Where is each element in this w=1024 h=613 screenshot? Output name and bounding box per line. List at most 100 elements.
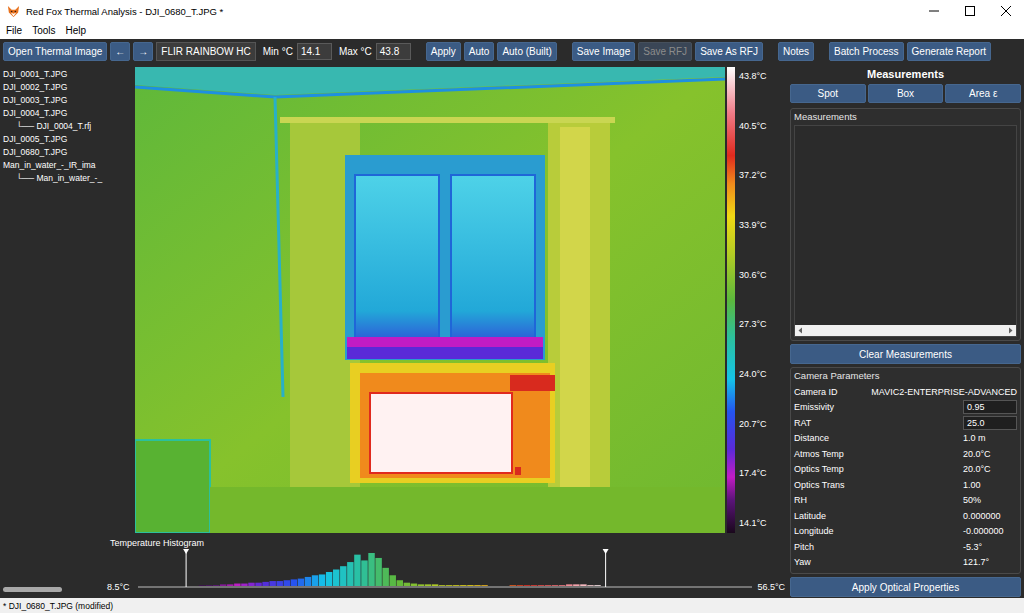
- parameter-row: RAT25.0: [794, 415, 1017, 431]
- histogram-title: Temperature Histogram: [110, 538, 204, 548]
- measurements-group: Measurements: [790, 108, 1021, 341]
- range-marker[interactable]: [183, 549, 189, 587]
- toolbar-button[interactable]: →: [133, 42, 153, 61]
- toolbar-group: Save ImageSave RFJSave As RFJ: [572, 42, 763, 61]
- toolbar-button[interactable]: Open Thermal Image: [3, 42, 107, 61]
- parameter-value: 0.000000: [963, 511, 1017, 521]
- field-label: Max °C: [339, 46, 372, 57]
- colorbar-tick: 37.2°C: [739, 170, 767, 181]
- apply-optical-button[interactable]: Apply Optical Properties: [790, 577, 1021, 597]
- colorbar-tick: 27.3°C: [739, 319, 767, 330]
- parameter-row: Emissivity0.95: [794, 400, 1017, 416]
- thermal-image[interactable]: [135, 67, 725, 533]
- histogram-bar: [495, 586, 501, 587]
- histogram-bar: [573, 584, 579, 586]
- parameter-row: Pitch-5.3°: [794, 539, 1017, 555]
- parameter-row: Optics Temp20.0°C: [794, 462, 1017, 478]
- parameter-label: Camera ID: [794, 387, 838, 397]
- minimize-button[interactable]: [916, 0, 952, 22]
- toolbar-button[interactable]: Batch Process: [829, 42, 903, 61]
- toolbar-button[interactable]: Auto: [464, 42, 495, 61]
- toolbar-button[interactable]: Save Image: [572, 42, 635, 61]
- parameter-value: 20.0°C: [963, 464, 1017, 474]
- file-item[interactable]: └── DJI_0004_T.rfj: [0, 120, 104, 133]
- toolbar-button: Save RFJ: [638, 42, 692, 61]
- menu-item[interactable]: Help: [60, 25, 91, 36]
- histogram-bar: [439, 585, 445, 587]
- colorbar: [727, 67, 735, 533]
- histogram-bar: [404, 583, 410, 586]
- main-area: DJI_0001_T.JPGDJI_0002_T.JPGDJI_0003_T.J…: [0, 64, 1024, 598]
- measurements-list[interactable]: [794, 125, 1017, 337]
- menu-item[interactable]: Tools: [27, 25, 60, 36]
- parameter-label: Pitch: [794, 542, 814, 552]
- histogram-bar: [213, 585, 219, 587]
- histogram-bar: [467, 585, 473, 587]
- toolbar-button[interactable]: Apply: [426, 42, 461, 61]
- file-item[interactable]: └── Man_in_water_-_: [0, 172, 104, 185]
- file-item[interactable]: DJI_0680_T.JPG: [0, 146, 104, 159]
- minimize-icon: [929, 6, 939, 16]
- temperature-histogram[interactable]: Temperature Histogram8.5°C56.5°C: [104, 537, 788, 595]
- histogram-bar: [326, 572, 332, 586]
- toolbar-button[interactable]: Save As RFJ: [695, 42, 763, 61]
- parameter-label: Yaw: [794, 557, 811, 567]
- field-input[interactable]: 43.8: [376, 43, 411, 60]
- tree-scrollbar[interactable]: [3, 585, 101, 593]
- measure-tool-button[interactable]: Box: [868, 84, 944, 103]
- maximize-button[interactable]: [952, 0, 988, 22]
- file-item[interactable]: DJI_0003_T.JPG: [0, 94, 104, 107]
- toolbar-group: Notes: [778, 42, 814, 61]
- file-item[interactable]: DJI_0004_T.JPG: [0, 107, 104, 120]
- histogram-bar: [284, 580, 290, 586]
- histogram-pane: Temperature Histogram8.5°C56.5°C: [104, 537, 788, 595]
- file-item[interactable]: DJI_0001_T.JPG: [0, 68, 104, 81]
- histogram-bar: [368, 553, 374, 586]
- range-marker[interactable]: [603, 549, 609, 587]
- histogram-bar: [248, 583, 254, 586]
- colorbar-tick: 24.0°C: [739, 369, 767, 380]
- colorbar-tick: 14.1°C: [739, 518, 767, 529]
- histogram-bar: [481, 585, 487, 587]
- histogram-bar: [319, 574, 325, 586]
- parameter-input[interactable]: 25.0: [963, 416, 1017, 430]
- toolbar-button[interactable]: Generate Report: [907, 42, 992, 61]
- histogram-bar: [552, 585, 558, 587]
- clear-measurements-button[interactable]: Clear Measurements: [790, 344, 1021, 364]
- menu-item[interactable]: File: [1, 25, 27, 36]
- toolbar-button[interactable]: ←: [110, 42, 130, 61]
- window-title: Red Fox Thermal Analysis - DJI_0680_T.JP…: [26, 6, 223, 17]
- histogram-bar: [340, 566, 346, 586]
- close-icon: [1001, 6, 1011, 16]
- histogram-bar: [277, 581, 283, 586]
- parameter-input[interactable]: 0.95: [963, 400, 1017, 414]
- list-scrollbar[interactable]: [795, 325, 1016, 336]
- histogram-bar: [411, 584, 417, 586]
- measure-tool-button[interactable]: Area ε: [945, 84, 1021, 103]
- histogram-bar: [566, 584, 572, 586]
- scroll-left-icon[interactable]: [797, 327, 804, 334]
- histogram-bar: [580, 584, 586, 586]
- histogram-bar: [361, 560, 367, 586]
- colorbar-tick: 33.9°C: [739, 220, 767, 231]
- toolbar-group: ApplyAutoAuto (Built): [426, 42, 557, 61]
- file-item[interactable]: DJI_0005_T.JPG: [0, 133, 104, 146]
- parameter-value: 1.00: [963, 480, 1017, 490]
- file-item[interactable]: Man_in_water_-_IR_ima: [0, 159, 104, 172]
- file-item[interactable]: DJI_0002_T.JPG: [0, 81, 104, 94]
- palette-select[interactable]: FLIR RAINBOW HC: [156, 42, 255, 61]
- scroll-right-icon[interactable]: [1007, 327, 1014, 334]
- histogram-bar: [503, 586, 509, 587]
- histogram-bar: [474, 585, 480, 587]
- field-input[interactable]: 14.1: [297, 43, 332, 60]
- scroll-thumb[interactable]: [3, 587, 62, 592]
- histogram-bar: [397, 580, 403, 586]
- close-button[interactable]: [988, 0, 1024, 22]
- toolbar-button[interactable]: Notes: [778, 42, 814, 61]
- measure-tool-button[interactable]: Spot: [790, 84, 866, 103]
- toolbar-button[interactable]: Auto (Built): [497, 42, 556, 61]
- parameter-row: Optics Trans1.00: [794, 477, 1017, 493]
- histogram-bar: [587, 585, 593, 587]
- list-items: [795, 126, 1016, 325]
- group-title: Camera Parameters: [794, 370, 1017, 382]
